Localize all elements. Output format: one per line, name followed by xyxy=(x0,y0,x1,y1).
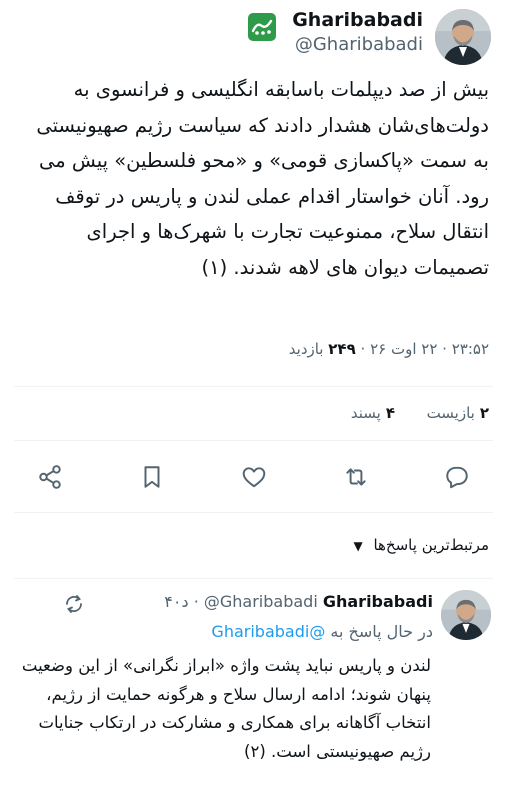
views-count: ۲۴۹ xyxy=(328,340,356,358)
tweet-time[interactable]: ۲۳:۵۲ xyxy=(452,340,489,358)
divider xyxy=(14,512,493,513)
display-name[interactable]: Gharibabadi xyxy=(292,8,423,32)
tweet-header: Gharibabadi @Gharibabadi xyxy=(0,0,507,66)
reply-avatar[interactable] xyxy=(441,590,491,640)
likes-count: ۴ xyxy=(385,404,395,422)
reply-time[interactable]: ۴۰د xyxy=(164,592,188,611)
tweet-stats: ۲بازیست ۴پسند xyxy=(351,404,489,422)
replying-to: در حال پاسخ به @Gharibabadi xyxy=(211,622,433,641)
tweet-text: بیش از صد دیپلمات باسابقه انگلیسی و فران… xyxy=(36,78,489,279)
share-icon xyxy=(39,465,61,489)
retweets-stat[interactable]: ۲بازیست xyxy=(427,404,489,422)
like-button[interactable] xyxy=(237,460,271,494)
avatar[interactable] xyxy=(435,9,491,65)
retweet-icon xyxy=(346,468,366,486)
retweets-count: ۲ xyxy=(479,404,489,422)
reply-display-name[interactable]: Gharibabadi xyxy=(323,592,433,611)
verified-org-badge-icon xyxy=(62,592,86,616)
user-handle[interactable]: @Gharibabadi xyxy=(292,32,423,58)
reply-handle[interactable]: @Gharibabadi xyxy=(204,592,318,611)
heart-icon xyxy=(242,467,266,488)
comment-icon xyxy=(446,466,468,489)
share-button[interactable] xyxy=(33,460,67,494)
action-bar xyxy=(0,460,507,500)
retweets-label: بازیست xyxy=(426,404,475,422)
likes-label: پسند xyxy=(350,404,381,422)
replies-sort-label: مرتبط‌ترین پاسخ‌ها xyxy=(373,536,489,554)
replies-sort-dropdown[interactable]: مرتبط‌ترین پاسخ‌ها ▼ xyxy=(353,536,489,554)
retweet-button[interactable] xyxy=(339,460,373,494)
tweet-meta: ۲۳:۵۲ · ۲۲ اوت ۲۶ · ۲۴۹ بازدید xyxy=(288,340,489,358)
reply-header: ۴۰د · @Gharibabadi Gharibabadi xyxy=(164,592,433,611)
bookmark-button[interactable] xyxy=(135,460,169,494)
likes-stat[interactable]: ۴پسند xyxy=(351,404,395,422)
verified-org-badge-icon xyxy=(247,12,277,42)
reply-text: لندن و پاریس نباید پشت واژه «ابراز نگران… xyxy=(21,656,431,761)
views-label: بازدید xyxy=(288,340,324,358)
bookmark-icon xyxy=(144,466,160,488)
tweet-date[interactable]: ۲۲ اوت ۲۶ xyxy=(370,340,437,358)
divider xyxy=(14,386,493,387)
replying-to-handle[interactable]: @Gharibabadi xyxy=(211,622,325,641)
chevron-down-icon: ▼ xyxy=(353,539,363,553)
replying-to-label: در حال پاسخ به xyxy=(330,622,433,641)
divider xyxy=(14,440,493,441)
divider xyxy=(14,578,493,579)
reply-button[interactable] xyxy=(440,460,474,494)
